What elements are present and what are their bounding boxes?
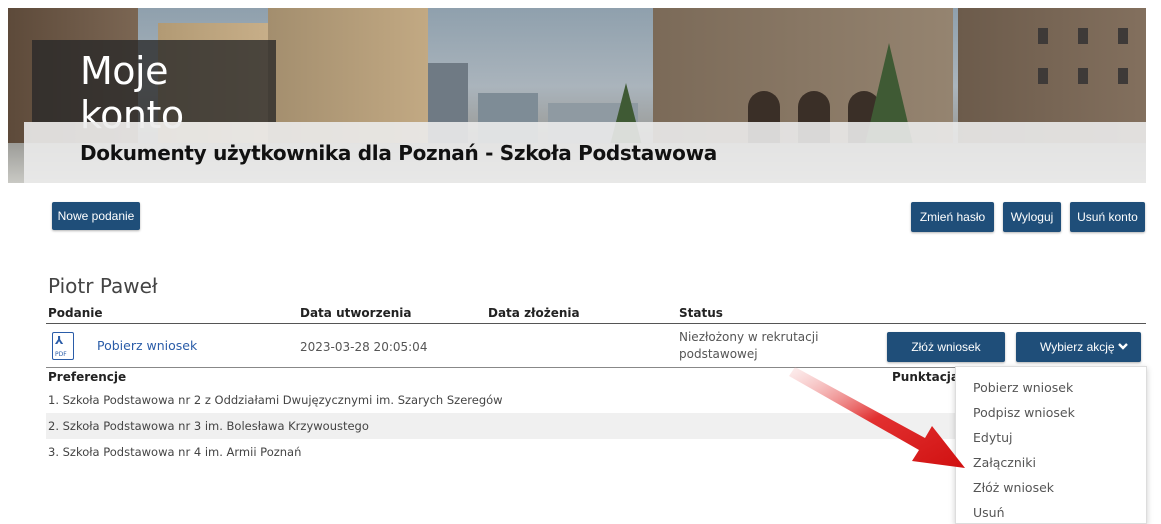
column-header-submitted: Data złożenia: [488, 306, 580, 320]
banner-window: [1038, 28, 1048, 44]
select-action-button[interactable]: Wybierz akcję: [1016, 332, 1141, 362]
logout-button[interactable]: Wyloguj: [1003, 202, 1061, 232]
menu-item-delete[interactable]: Usuń: [973, 505, 1005, 520]
menu-item-edit[interactable]: Edytuj: [973, 430, 1013, 445]
status-line: podstawowej: [679, 347, 758, 361]
status-text: Niezłożony w rekrutacji podstawowej: [679, 329, 818, 363]
created-date: 2023-03-28 20:05:04: [300, 340, 428, 354]
banner-window: [1038, 68, 1048, 84]
page-subtitle-box: Dokumenty użytkownika dla Poznań - Szkoł…: [24, 122, 1146, 183]
menu-item-download[interactable]: Pobierz wniosek: [973, 380, 1073, 395]
chevron-down-icon: [1117, 340, 1129, 355]
banner-window: [1118, 28, 1128, 44]
status-line: Niezłożony w rekrutacji: [679, 330, 819, 344]
pdf-file-icon[interactable]: ⅄ PDF: [52, 332, 74, 360]
menu-item-sign[interactable]: Podpisz wniosek: [973, 405, 1075, 420]
column-header-created: Data utworzenia: [300, 306, 412, 320]
delete-account-button[interactable]: Usuń konto: [1070, 202, 1145, 232]
action-dropdown-menu: Pobierz wniosek Podpisz wniosek Edytuj Z…: [955, 366, 1147, 524]
banner-window: [1118, 68, 1128, 84]
menu-item-submit[interactable]: Złóż wniosek: [973, 480, 1054, 495]
banner-window: [1078, 68, 1088, 84]
download-application-link[interactable]: Pobierz wniosek: [97, 338, 197, 353]
submit-application-button[interactable]: Złóż wniosek: [887, 332, 1005, 362]
change-password-button[interactable]: Zmień hasło: [911, 202, 994, 232]
menu-item-attachments[interactable]: Załączniki: [973, 455, 1036, 470]
page-title-box: Moje konto: [32, 40, 276, 137]
points-header: Punktacja: [892, 370, 960, 384]
user-name: Piotr Paweł: [48, 274, 158, 298]
preferences-header: Preferencje: [48, 370, 127, 384]
select-action-label: Wybierz akcję: [1040, 340, 1115, 354]
banner-window: [1078, 28, 1088, 44]
page-subtitle: Dokumenty użytkownika dla Poznań - Szkoł…: [80, 141, 717, 165]
column-header-submission: Podanie: [48, 306, 103, 320]
new-submission-button[interactable]: Nowe podanie: [52, 202, 140, 230]
header-divider: [46, 323, 1146, 324]
column-header-status: Status: [679, 306, 723, 320]
